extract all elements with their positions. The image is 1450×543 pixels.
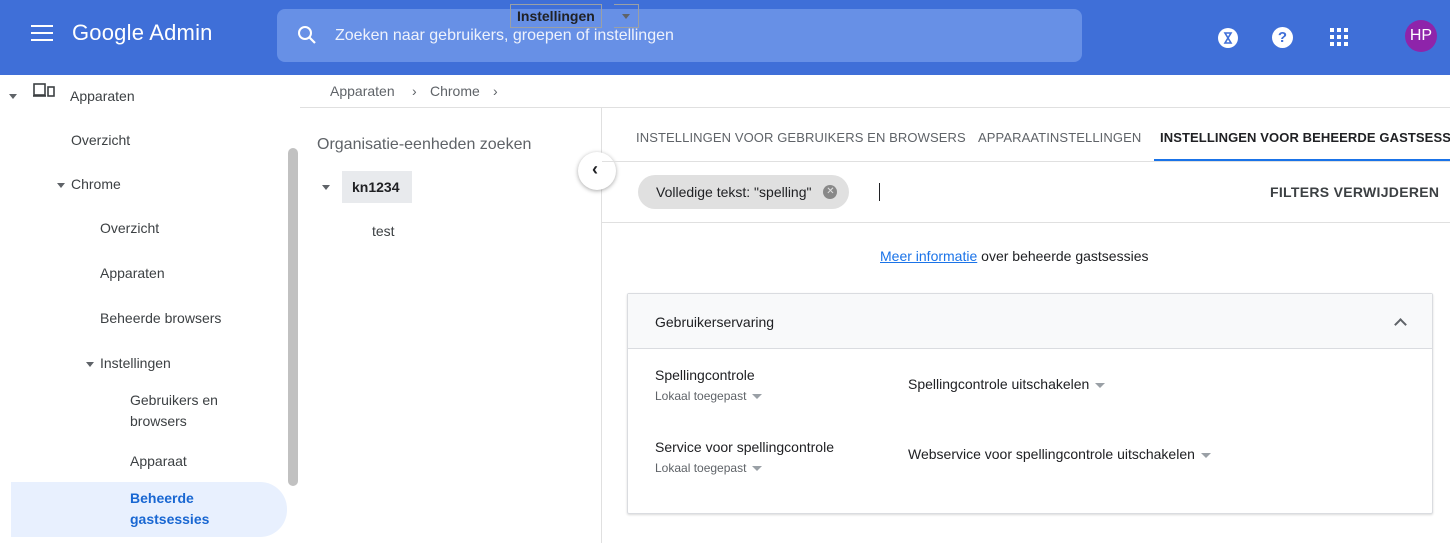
- expand-arrow-icon: [9, 93, 17, 99]
- org-unit-child[interactable]: test: [372, 223, 395, 239]
- tab-users-browsers[interactable]: INSTELLINGEN VOOR GEBRUIKERS EN BROWSERS: [636, 130, 966, 145]
- app-title[interactable]: Google Admin: [72, 20, 213, 46]
- filter-row: Volledige tekst: "spelling" ✕ FILTERS VE…: [602, 163, 1450, 223]
- org-unit-root[interactable]: kn1234: [342, 171, 412, 203]
- setting-scope-label: Lokaal toegepast: [655, 389, 747, 403]
- sidebar-item-chrome[interactable]: Chrome: [57, 176, 121, 192]
- setting-scope[interactable]: Lokaal toegepast: [655, 389, 763, 403]
- chevron-down-icon: [622, 14, 630, 19]
- filter-input-cursor[interactable]: [879, 183, 880, 201]
- setting-value-label: Spellingcontrole uitschakelen: [908, 376, 1090, 392]
- settings-card: Gebruikerservaring Spellingcontrole Loka…: [627, 293, 1433, 514]
- sidebar-item-chrome-overzicht[interactable]: Overzicht: [100, 220, 159, 236]
- org-unit-expand-icon[interactable]: [322, 185, 330, 190]
- sidebar-item-beheerde-browsers[interactable]: Beheerde browsers: [100, 310, 221, 326]
- info-text: over beheerde gastsessies: [977, 248, 1149, 264]
- settings-tabs: INSTELLINGEN VOOR GEBRUIKERS EN BROWSERS…: [602, 108, 1450, 162]
- hourglass-icon[interactable]: [1218, 28, 1238, 48]
- filter-chip[interactable]: Volledige tekst: "spelling" ✕: [638, 175, 850, 209]
- breadcrumb-current[interactable]: Instellingen: [510, 4, 602, 28]
- top-app-bar: Google Admin ? HP: [0, 0, 1450, 75]
- chevron-down-icon: [1095, 382, 1106, 388]
- apps-icon[interactable]: [1330, 28, 1348, 46]
- chevron-left-icon: ‹: [592, 159, 598, 179]
- card-title: Gebruikerservaring: [655, 314, 775, 330]
- sidebar-item-beheerde-gastsessies[interactable]: Beheerde gastsessies: [130, 488, 209, 530]
- sidebar-label-line: Gebruikers en: [130, 392, 218, 408]
- chevron-down-icon: [1200, 452, 1211, 458]
- breadcrumb-separator: ›: [493, 83, 498, 99]
- chevron-up-icon[interactable]: [1394, 318, 1407, 331]
- search-icon[interactable]: [297, 25, 317, 45]
- breadcrumb-separator: ›: [412, 83, 417, 99]
- filter-chip-label: Volledige tekst: "spelling": [656, 184, 812, 200]
- setting-value-dropdown[interactable]: Spellingcontrole uitschakelen: [908, 376, 1106, 392]
- tab-guest-sessions[interactable]: INSTELLINGEN VOOR BEHEERDE GASTSESSIES: [1160, 130, 1450, 145]
- sidebar-item-chrome-apparaten[interactable]: Apparaten: [100, 265, 165, 281]
- clear-filters-button[interactable]: FILTERS VERWIJDEREN: [1270, 184, 1439, 200]
- tab-device-settings[interactable]: APPARAATINSTELLINGEN: [978, 130, 1141, 145]
- sidebar-scrollbar[interactable]: [288, 148, 298, 486]
- active-tab-indicator: [1154, 159, 1450, 161]
- sidebar-item-overzicht[interactable]: Overzicht: [71, 132, 130, 148]
- learn-more-link[interactable]: Meer informatie: [880, 248, 977, 264]
- sidebar: Apparaten Overzicht Chrome Overzicht App…: [0, 75, 300, 543]
- chevron-down-icon: [752, 394, 763, 400]
- devices-icon: [33, 83, 55, 97]
- setting-name[interactable]: Spellingcontrole: [655, 367, 755, 383]
- sidebar-label-apparaten[interactable]: Apparaten: [70, 88, 135, 104]
- sidebar-item-apparaat[interactable]: Apparaat: [130, 453, 187, 469]
- info-line: Meer informatie over beheerde gastsessie…: [880, 248, 1148, 264]
- sidebar-label-line: browsers: [130, 413, 187, 429]
- org-unit-search-label[interactable]: Organisatie-eenheden zoeken: [317, 136, 531, 154]
- menu-icon[interactable]: [31, 25, 53, 45]
- card-header[interactable]: Gebruikerservaring: [628, 294, 1432, 349]
- chevron-down-icon: [752, 466, 763, 472]
- sidebar-item-instellingen[interactable]: Instellingen: [86, 355, 171, 371]
- sidebar-item-apparaten[interactable]: [9, 87, 23, 103]
- breadcrumb-dropdown-button[interactable]: [614, 4, 639, 28]
- search-input[interactable]: [335, 9, 1055, 62]
- help-icon[interactable]: ?: [1272, 27, 1293, 48]
- close-icon[interactable]: ✕: [823, 185, 838, 199]
- breadcrumb: Apparaten › Chrome ›: [300, 75, 1450, 108]
- sidebar-label-chrome: Chrome: [71, 176, 121, 192]
- breadcrumb-item-chrome[interactable]: Chrome: [430, 83, 480, 99]
- sidebar-label-instellingen: Instellingen: [100, 355, 171, 371]
- breadcrumb-item-apparaten[interactable]: Apparaten: [330, 83, 395, 99]
- setting-scope-label: Lokaal toegepast: [655, 461, 747, 475]
- setting-value-dropdown[interactable]: Webservice voor spellingcontrole uitscha…: [908, 446, 1211, 462]
- setting-value-label: Webservice voor spellingcontrole uitscha…: [908, 446, 1195, 462]
- org-unit-panel: Organisatie-eenheden zoeken kn1234 test: [300, 108, 602, 543]
- expand-arrow-icon: [86, 361, 94, 367]
- avatar[interactable]: HP: [1405, 20, 1437, 52]
- expand-arrow-icon: [57, 182, 65, 188]
- sidebar-label-line: gastsessies: [130, 511, 210, 527]
- search-box[interactable]: [277, 9, 1082, 62]
- setting-scope[interactable]: Lokaal toegepast: [655, 461, 763, 475]
- sidebar-label-line: Beheerde: [130, 490, 194, 506]
- sidebar-item-gebruikers-browsers[interactable]: Gebruikers en browsers: [130, 390, 218, 432]
- setting-name[interactable]: Service voor spellingcontrole: [655, 439, 834, 455]
